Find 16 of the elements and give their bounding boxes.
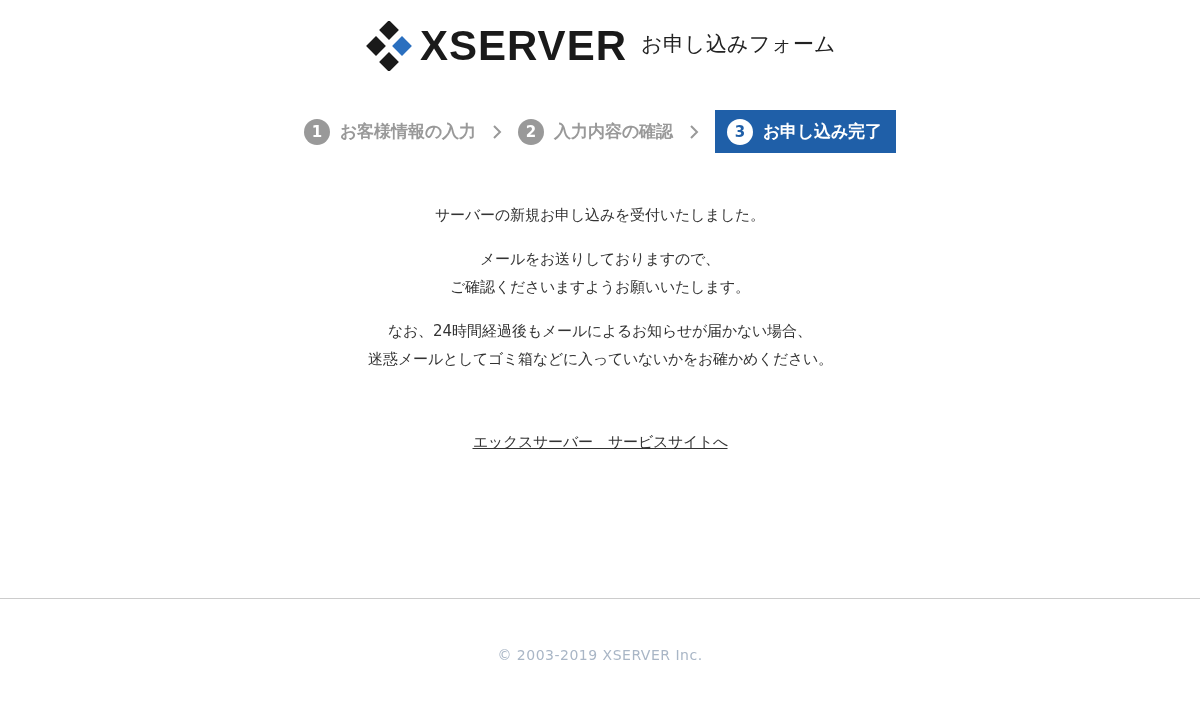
logo-icon (364, 21, 414, 71)
service-site-link[interactable]: エックスサーバー サービスサイトへ (472, 433, 728, 452)
step-number: 2 (518, 118, 544, 145)
message-text: サーバーの新規お申し込みを受付いたしました。 (435, 205, 765, 226)
form-title: お申し込みフォーム (641, 31, 836, 58)
step-label: お客様情報の入力 (340, 120, 476, 143)
step-label: 入力内容の確認 (554, 120, 673, 143)
chevron-icon (689, 123, 699, 140)
step-label: お申し込み完了 (763, 120, 882, 143)
message-text: メールをお送りしておりますので、 ご確認くださいますようお願いいたします。 (450, 249, 750, 298)
logo-text: XSERVER (420, 22, 627, 70)
step-number: 1 (304, 118, 330, 145)
copyright-text: © 2003-2019 XSERVER Inc. (497, 647, 703, 663)
step-number: 3 (727, 118, 753, 145)
message-text: なお、24時間経過後もメールによるお知らせが届かない場合、 迷惑メールとしてゴミ箱などに入っていないかをお確かめください。 (367, 321, 833, 370)
chevron-icon (492, 123, 502, 140)
